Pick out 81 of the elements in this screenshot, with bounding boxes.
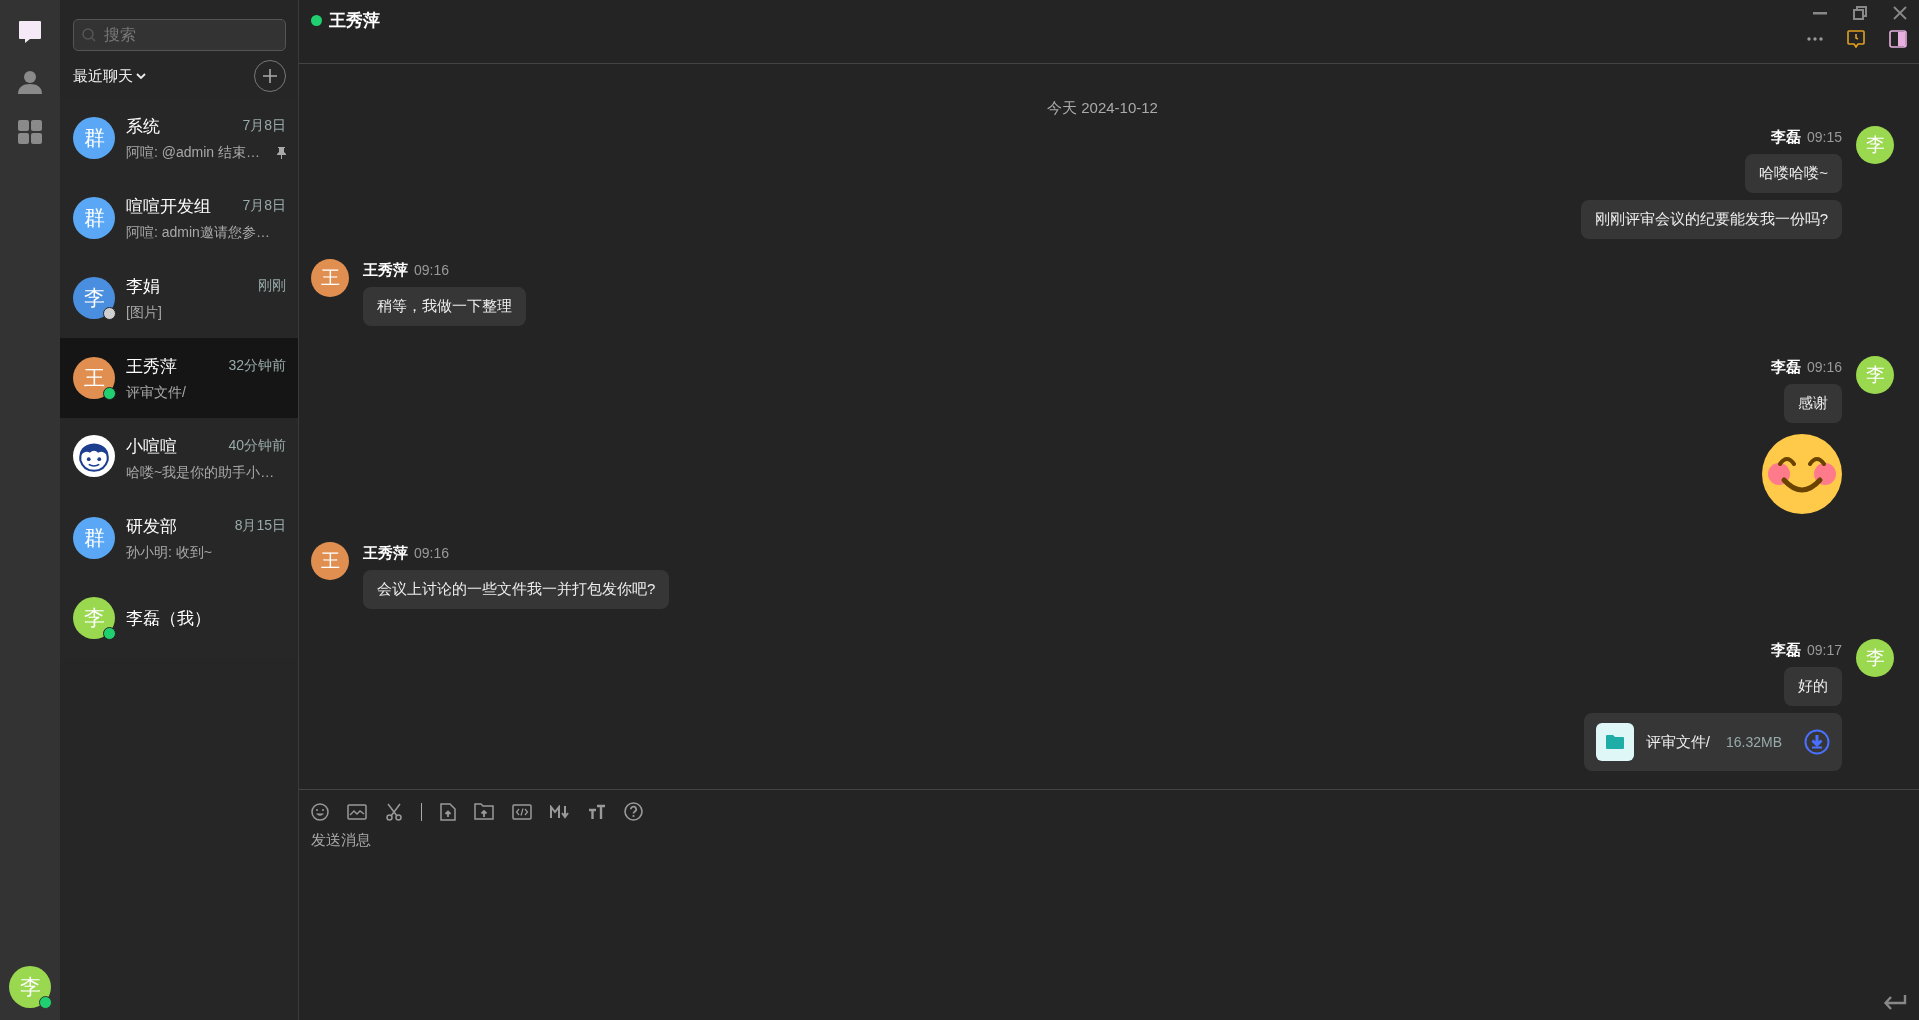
avatar: 王 [311, 259, 349, 297]
date-divider: 今天 2024-10-12 [1047, 99, 1158, 118]
help-icon[interactable] [624, 802, 643, 821]
contact-name: 喧喧开发组 [126, 195, 211, 218]
minimize-icon [1813, 11, 1827, 15]
message-time: 32分钟前 [228, 357, 286, 375]
emoji-button[interactable] [311, 802, 329, 821]
code-button[interactable] [512, 803, 532, 820]
avatar: 王 [311, 542, 349, 580]
smiling-emoji-icon [1762, 434, 1842, 514]
message-time: 09:16 [414, 262, 450, 278]
folder-upload-button[interactable] [474, 803, 494, 820]
clock-message-icon[interactable] [1847, 30, 1865, 48]
message-bubble: 感谢 [1784, 384, 1842, 423]
file-name: 评审文件/ [1645, 732, 1710, 752]
message-time: 刚刚 [258, 277, 286, 295]
contact-name: 小喧喧 [126, 435, 177, 458]
send-button[interactable] [1883, 994, 1907, 1010]
avatar: 李 [73, 277, 115, 319]
message-time: 8月15日 [234, 517, 286, 535]
message-time: 09:16 [1806, 359, 1842, 375]
grid-icon [17, 119, 43, 145]
message-preview: 评审文件/ [126, 383, 186, 402]
contact-name: 系统 [126, 115, 160, 138]
markdown-icon[interactable] [550, 804, 570, 819]
avatar: 群 [73, 197, 115, 239]
message-time: 09:17 [1806, 642, 1842, 658]
message-bubble: 刚刚评审会议的纪要能发我一份吗? [1580, 200, 1842, 239]
chat-icon [17, 19, 43, 45]
folder-icon [1595, 723, 1634, 761]
message-preview: 孙小明: 收到~ [126, 543, 212, 562]
search-field[interactable]: 搜索 [73, 19, 286, 51]
message-preview: [图片] [126, 303, 162, 322]
plus-icon [263, 69, 277, 83]
close-button[interactable] [1893, 6, 1907, 20]
sender-name: 李磊 [1770, 128, 1801, 147]
message-preview: 哈喽~我是你的助手小… [126, 463, 275, 482]
search-icon [82, 28, 96, 42]
contact-name: 李娟 [126, 275, 160, 298]
chat-title: 王秀萍 [329, 9, 380, 32]
message-input[interactable]: 发送消息 [311, 831, 1907, 994]
message-bubble: 哈喽哈喽~ [1745, 154, 1842, 193]
avatar: 李 [73, 597, 115, 639]
sender-name: 李磊 [1770, 641, 1801, 660]
message-bubble: 会议上讨论的一些文件我一并打包发你吧? [363, 570, 670, 609]
message-preview: 阿喧: @admin 结束… [126, 143, 260, 162]
file-card[interactable]: 评审文件/ 16.32MB [1583, 713, 1842, 771]
more-button[interactable] [1807, 37, 1823, 41]
message-time: 7月8日 [242, 197, 286, 215]
sender-name: 王秀萍 [363, 261, 408, 280]
download-icon[interactable] [1804, 729, 1830, 755]
message-bubble: 好的 [1784, 667, 1842, 706]
message-time: 40分钟前 [228, 437, 286, 455]
mascot-avatar-icon [73, 435, 115, 477]
message-bubble: 稍等，我做一下整理 [363, 287, 526, 326]
conversation-item[interactable]: 王 王秀萍 32分钟前 评审文件/ [60, 338, 298, 418]
message-preview: 阿喧: admin邀请您参… [126, 223, 270, 242]
avatar: 群 [73, 517, 115, 559]
contact-name: 王秀萍 [126, 355, 177, 378]
avatar: 李 [1856, 356, 1894, 394]
side-panel-icon[interactable] [1889, 30, 1907, 48]
filter-dropdown[interactable]: 最近聊天 [73, 66, 146, 86]
file-size: 16.32MB [1725, 734, 1782, 750]
message-time: 7月8日 [242, 117, 286, 135]
caret-icon [136, 72, 146, 80]
avatar: 李 [1856, 639, 1894, 677]
image-button[interactable] [347, 803, 367, 820]
restore-button[interactable] [1853, 6, 1867, 20]
file-upload-button[interactable] [440, 802, 456, 821]
message-time: 09:15 [1806, 129, 1842, 145]
text-size-icon[interactable] [588, 803, 606, 820]
contact-name: 研发部 [126, 515, 177, 538]
contact-name: 李磊（我） [126, 607, 211, 630]
person-icon [17, 69, 43, 95]
scissors-icon[interactable] [385, 802, 403, 821]
avatar: 李 [1856, 126, 1894, 164]
sender-name: 李磊 [1770, 358, 1801, 377]
message-time: 09:16 [414, 545, 450, 561]
avatar: 王 [73, 357, 115, 399]
avatar: 群 [73, 117, 115, 159]
sender-name: 王秀萍 [363, 544, 408, 563]
